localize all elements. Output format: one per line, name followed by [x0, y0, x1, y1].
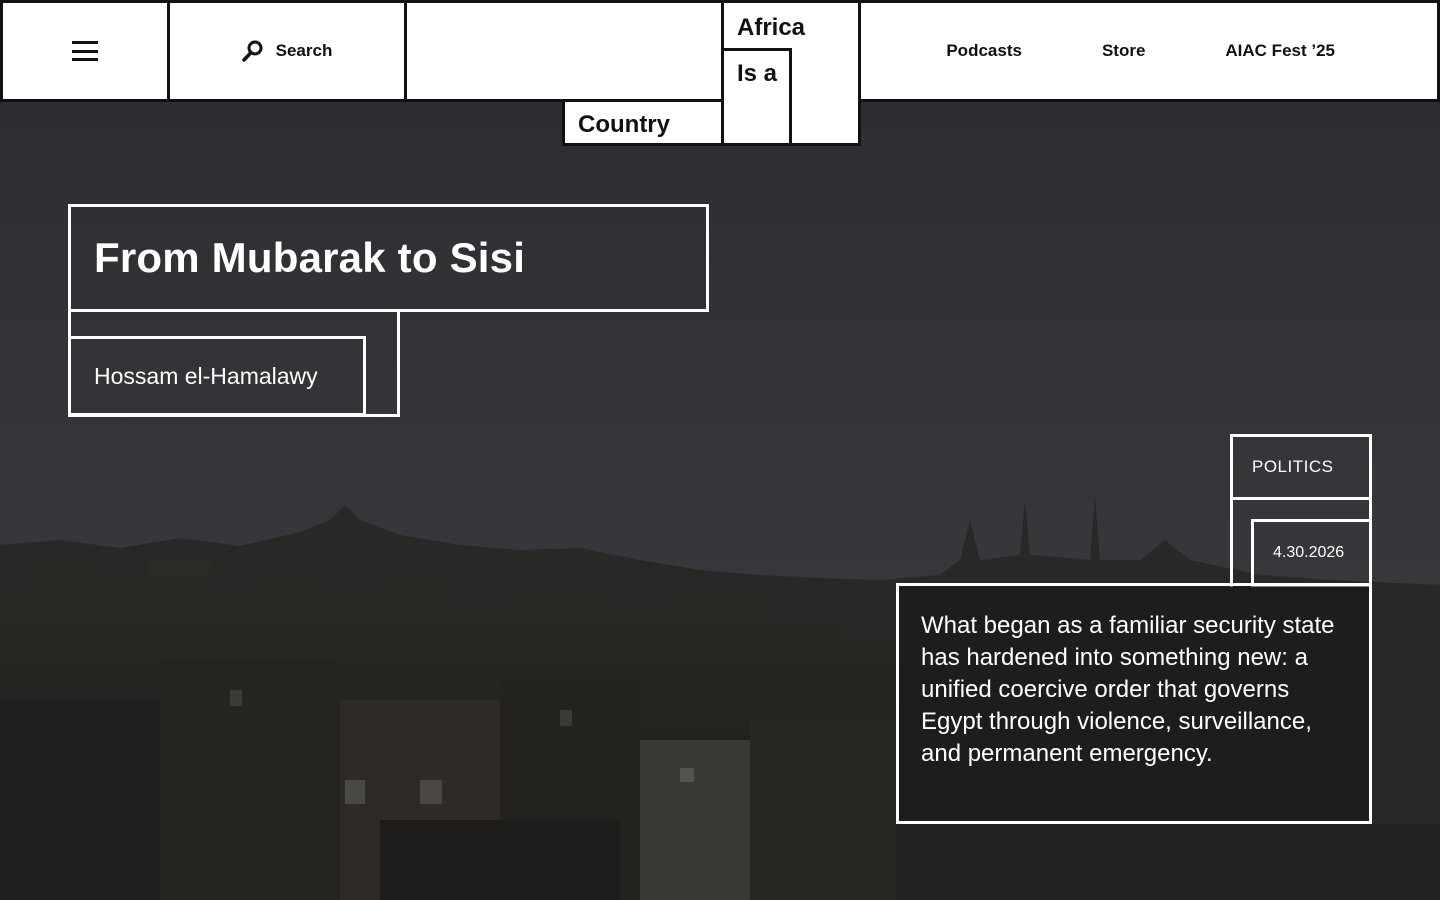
main-nav: Podcasts Store AIAC Fest ’25	[859, 3, 1437, 99]
article-category: POLITICS	[1252, 457, 1334, 476]
category-link[interactable]: POLITICS	[1230, 434, 1372, 500]
excerpt-box: What began as a familiar security state …	[896, 583, 1372, 824]
nav-store[interactable]: Store	[1102, 41, 1145, 61]
article-title-box: From Mubarak to Sisi	[68, 204, 709, 312]
logo-is-a: Is a	[721, 48, 792, 146]
article-excerpt: What began as a familiar security state …	[921, 612, 1335, 767]
menu-button[interactable]	[3, 3, 170, 99]
date-box: 4.30.2026	[1251, 519, 1372, 587]
nav-aiac-fest[interactable]: AIAC Fest ’25	[1225, 41, 1335, 61]
nav-podcasts[interactable]: Podcasts	[946, 41, 1022, 61]
article-date: 4.30.2026	[1273, 544, 1345, 561]
search-button-content: Search	[241, 40, 333, 62]
logo-country: Country	[562, 99, 724, 146]
search-label: Search	[275, 41, 333, 60]
article-author: Hossam el-Hamalawy	[94, 362, 318, 389]
article-title: From Mubarak to Sisi	[94, 234, 526, 281]
hamburger-menu-icon	[72, 41, 98, 61]
search-icon	[241, 40, 264, 62]
search-button[interactable]: Search	[170, 3, 407, 99]
site-header: Search Podcasts Store AIAC Fest ’25	[0, 0, 1440, 102]
author-link[interactable]: Hossam el-Hamalawy	[68, 336, 366, 416]
